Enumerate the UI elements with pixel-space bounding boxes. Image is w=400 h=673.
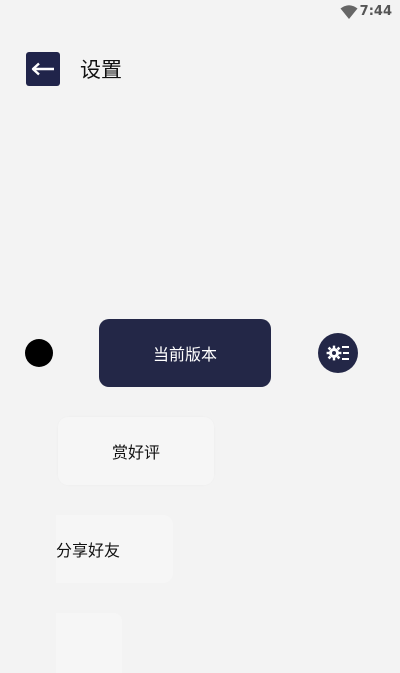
- page-title: 设置: [80, 58, 122, 82]
- wifi-icon: [340, 5, 358, 19]
- rate-app-button[interactable]: 赏好评: [58, 417, 214, 485]
- rate-app-label: 赏好评: [111, 443, 160, 462]
- partial-menu-card[interactable]: [56, 613, 122, 673]
- share-friends-button[interactable]: 分享好友: [56, 515, 173, 583]
- current-version-button[interactable]: 当前版本: [99, 319, 271, 387]
- back-button[interactable]: [26, 52, 60, 86]
- share-friends-label: 分享好友: [56, 541, 121, 560]
- status-bar: 7:44: [0, 0, 400, 24]
- arrow-left-icon: [31, 62, 54, 76]
- gear-list-icon: [326, 345, 349, 361]
- settings-button[interactable]: [318, 333, 358, 373]
- status-time: 7:44: [359, 4, 392, 19]
- current-version-label: 当前版本: [152, 345, 217, 364]
- dot-indicator: [25, 339, 53, 367]
